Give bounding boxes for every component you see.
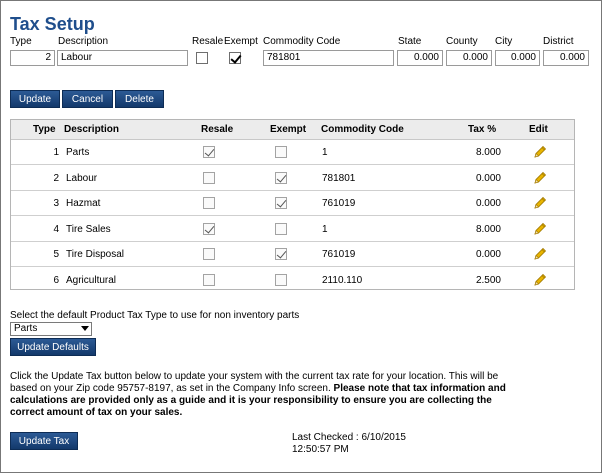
last-checked-time: 12:50:57 PM: [292, 444, 349, 455]
row-resale-checkbox[interactable]: [203, 222, 215, 235]
header-type: Type: [33, 124, 56, 135]
default-tax-type-value: Parts: [14, 323, 38, 334]
row-description: Tire Sales: [66, 223, 111, 235]
row-type: 1: [53, 147, 59, 158]
pencil-icon[interactable]: [533, 171, 547, 185]
row-description: Labour: [66, 172, 98, 184]
row-commodity-code: 1: [322, 147, 328, 158]
row-tax: 0.000: [475, 249, 501, 260]
row-resale-checkbox[interactable]: [203, 273, 215, 286]
row-tax: 2.500: [475, 274, 501, 286]
row-description: Tire Disposal: [66, 249, 124, 260]
tax-types-table: Type Description Resale Exempt Commodity…: [10, 119, 575, 290]
table-row: 6 Agricultural 2110.110 2.500: [11, 268, 574, 293]
city-field[interactable]: 0.000: [495, 50, 540, 66]
header-exempt: Exempt: [270, 124, 307, 135]
header-edit: Edit: [529, 124, 548, 135]
row-description: Parts: [66, 147, 90, 158]
header-description: Description: [64, 124, 120, 135]
row-commodity-code: 781801: [322, 172, 356, 184]
header-commodity-code: Commodity Code: [321, 124, 404, 135]
cancel-button[interactable]: Cancel: [62, 90, 113, 108]
update-button[interactable]: Update: [10, 90, 60, 108]
row-resale-checkbox[interactable]: [203, 146, 215, 158]
row-type: 3: [53, 198, 59, 209]
row-description: Hazmat: [66, 198, 101, 209]
default-tax-type-select[interactable]: Parts: [10, 322, 92, 336]
delete-button[interactable]: Delete: [115, 90, 164, 108]
row-commodity-code: 2110.110: [322, 274, 363, 286]
row-tax: 0.000: [475, 198, 501, 209]
row-exempt-checkbox[interactable]: [275, 171, 287, 184]
row-type: 5: [53, 249, 59, 260]
row-description: Agricultural: [66, 274, 117, 286]
table-row: 1 Parts 1 8.000: [11, 140, 574, 165]
update-tax-button[interactable]: Update Tax: [10, 432, 78, 450]
type-label: Type: [10, 36, 32, 47]
commodity-code-field[interactable]: 781801: [263, 50, 394, 66]
district-field[interactable]: 0.000: [543, 50, 589, 66]
county-field[interactable]: 0.000: [446, 50, 492, 66]
row-exempt-checkbox[interactable]: [275, 197, 287, 209]
city-label: City: [495, 36, 513, 47]
last-checked-date: Last Checked : 6/10/2015: [292, 432, 406, 443]
row-exempt-checkbox[interactable]: [275, 248, 287, 260]
row-type: 2: [53, 172, 59, 184]
district-label: District: [543, 36, 574, 47]
table-row: 2 Labour 781801 0.000: [11, 166, 574, 191]
chevron-down-icon: [81, 326, 89, 331]
tax-info-text: Click the Update Tax button below to upd…: [10, 371, 510, 419]
commodity-code-label: Commodity Code: [263, 36, 341, 47]
page-title: Tax Setup: [10, 14, 95, 34]
table-row: 3 Hazmat 761019 0.000: [11, 191, 574, 216]
row-commodity-code: 761019: [322, 198, 356, 209]
pencil-icon[interactable]: [533, 145, 547, 159]
county-label: County: [446, 36, 478, 47]
description-field[interactable]: Labour: [57, 50, 188, 66]
type-field[interactable]: 2: [10, 50, 55, 66]
row-resale-checkbox[interactable]: [203, 171, 215, 184]
row-resale-checkbox[interactable]: [203, 248, 215, 260]
default-tax-type-prompt: Select the default Product Tax Type to u…: [10, 310, 300, 321]
row-commodity-code: 761019: [322, 249, 356, 260]
pencil-icon[interactable]: [533, 196, 547, 210]
row-exempt-checkbox[interactable]: [275, 222, 287, 235]
row-tax: 8.000: [475, 147, 501, 158]
row-resale-checkbox[interactable]: [203, 197, 215, 209]
row-tax: 0.000: [475, 172, 501, 184]
pencil-icon[interactable]: [533, 273, 547, 287]
state-field[interactable]: 0.000: [397, 50, 443, 66]
table-header: Type Description Resale Exempt Commodity…: [11, 120, 574, 140]
table-row: 5 Tire Disposal 761019 0.000: [11, 242, 574, 267]
row-exempt-checkbox[interactable]: [275, 146, 287, 158]
row-type: 6: [53, 274, 59, 286]
pencil-icon[interactable]: [533, 222, 547, 236]
resale-checkbox[interactable]: [196, 52, 208, 64]
state-label: State: [398, 36, 422, 47]
header-resale: Resale: [201, 124, 234, 135]
header-tax: Tax %: [468, 124, 497, 135]
description-label: Description: [58, 36, 109, 47]
table-row: 4 Tire Sales 1 8.000: [11, 217, 574, 242]
resale-label: Resale: [192, 36, 224, 47]
row-commodity-code: 1: [322, 223, 328, 235]
pencil-icon[interactable]: [533, 247, 547, 261]
row-tax: 8.000: [475, 223, 501, 235]
update-defaults-button[interactable]: Update Defaults: [10, 338, 96, 356]
exempt-label: Exempt: [224, 36, 258, 47]
row-type: 4: [53, 223, 59, 235]
exempt-checkbox[interactable]: [229, 52, 241, 64]
row-exempt-checkbox[interactable]: [275, 273, 287, 286]
